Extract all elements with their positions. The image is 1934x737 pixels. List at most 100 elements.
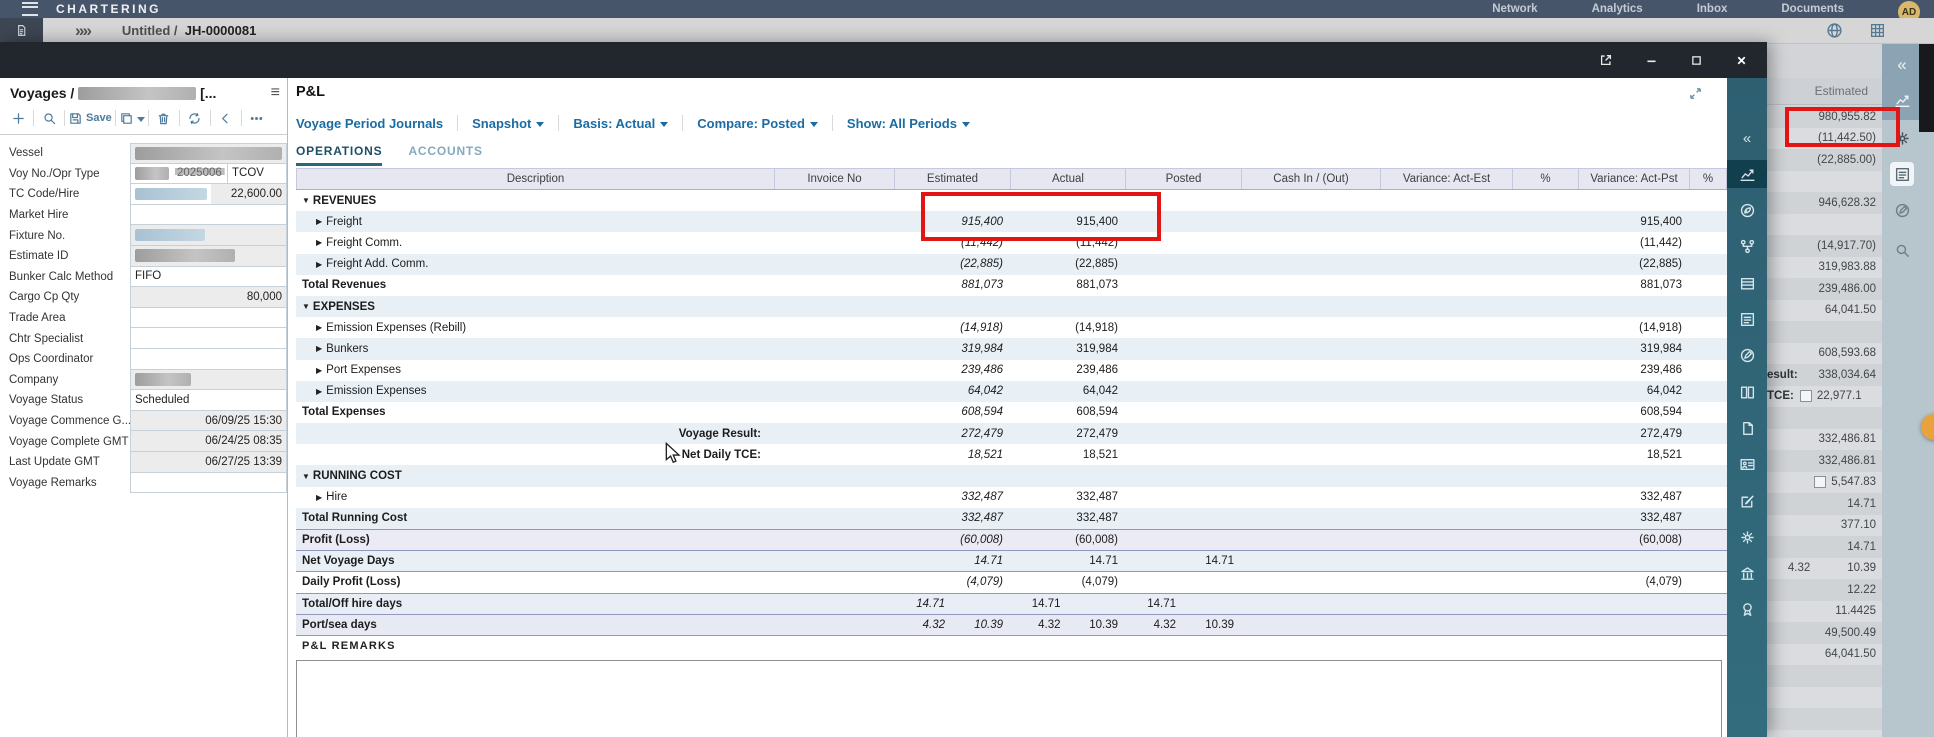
pnl-row-daily-profit-loss-[interactable]: Daily Profit (Loss) (4,079) (4,079) (4,079) — [296, 571, 1727, 593]
annotate-icon[interactable] — [1734, 342, 1760, 370]
triangle-right-icon[interactable]: ▶ — [316, 217, 322, 226]
analytics-icon[interactable] — [1727, 160, 1767, 189]
close-window-icon[interactable] — [1733, 52, 1749, 68]
triangle-right-icon[interactable]: ▶ — [316, 344, 322, 353]
field-value[interactable]: 2025006 TCOV — [130, 163, 287, 185]
sustainability-icon[interactable] — [1734, 197, 1760, 225]
popout-window-icon[interactable] — [1598, 52, 1614, 68]
journal-icon[interactable] — [1734, 269, 1760, 297]
plus-button[interactable] — [6, 107, 30, 129]
checkbox[interactable] — [1814, 476, 1827, 489]
checkbox[interactable] — [1799, 390, 1812, 403]
panel-menu-icon[interactable]: ≡ — [271, 84, 280, 102]
checklist-icon[interactable] — [1890, 162, 1914, 186]
hamburger-menu-icon[interactable] — [22, 2, 38, 16]
pnl-row-total-expenses[interactable]: Total Expenses 608,594 608,594 608,594 — [296, 401, 1727, 424]
annotate-icon[interactable] — [1890, 198, 1914, 222]
copy-button[interactable] — [119, 107, 145, 129]
pnl-row-total-off-hire-days[interactable]: Total/Off hire days 14.71 14.71 14.71 — [296, 592, 1727, 614]
pnl-row-running-cost[interactable]: ▼ RUNNING COST — [296, 465, 1727, 487]
refresh-button[interactable] — [183, 107, 207, 129]
column-header-estimated[interactable]: Estimated — [895, 169, 1011, 189]
field-value[interactable] — [130, 143, 287, 164]
pnl-row-net-voyage-days[interactable]: Net Voyage Days 14.71 14.71 14.71 — [296, 550, 1727, 572]
collapse-left-icon[interactable]: « — [1890, 52, 1914, 76]
column-header-posted[interactable]: Posted — [1126, 169, 1242, 189]
field-value[interactable]: 06/27/25 13:39 — [130, 452, 287, 473]
bank-icon[interactable] — [1734, 560, 1760, 588]
column-header-variance-act-est[interactable]: Variance: Act-Est — [1381, 169, 1513, 189]
compose-icon[interactable] — [1734, 487, 1760, 515]
pnl-toolbar-voyage-period-journals[interactable]: Voyage Period Journals — [296, 116, 457, 131]
triangle-right-icon[interactable]: ▶ — [316, 323, 322, 332]
column-header--[interactable]: % — [1513, 169, 1579, 189]
triangle-right-icon[interactable]: ▶ — [316, 366, 322, 375]
delete-button[interactable] — [152, 107, 176, 129]
pnl-row-total-revenues[interactable]: Total Revenues 881,073 881,073 881,073 — [296, 274, 1727, 296]
field-value[interactable] — [130, 307, 287, 329]
globe-icon[interactable] — [1826, 22, 1843, 39]
pnl-row-freight-add-comm-[interactable]: ▶ Freight Add. Comm. (22,885) (22,885) (22,8… — [296, 253, 1727, 275]
field-value[interactable]: 06/09/25 15:30 — [130, 410, 287, 432]
column-header-actual[interactable]: Actual — [1011, 169, 1126, 189]
pnl-row-expenses[interactable]: ▼ EXPENSES — [296, 295, 1727, 318]
maximize-window-icon[interactable] — [1688, 52, 1704, 68]
field-value[interactable] — [130, 369, 287, 391]
field-value[interactable] — [130, 328, 287, 349]
pnl-row-port-expenses[interactable]: ▶ Port Expenses 239,486 239,486 239,486 — [296, 359, 1727, 381]
pnl-row-total-running-cost[interactable]: Total Running Cost 332,487 332,487 332,487 — [296, 507, 1727, 529]
field-value[interactable] — [130, 225, 287, 246]
triangle-right-icon[interactable]: ▶ — [316, 493, 322, 502]
checklist-icon[interactable] — [1734, 306, 1760, 334]
pnl-row-voyage-result-[interactable]: Voyage Result: 272,479 272,479 272,479 — [296, 423, 1727, 445]
more-button[interactable] — [245, 107, 269, 129]
column-header-cash-in-out-[interactable]: Cash In / (Out) — [1242, 169, 1381, 189]
field-value[interactable]: Scheduled — [130, 390, 287, 411]
field-value[interactable] — [130, 204, 287, 226]
triangle-down-icon[interactable]: ▼ — [302, 196, 310, 205]
column-header-variance-act-pst[interactable]: Variance: Act-Pst — [1579, 169, 1690, 189]
save-button[interactable]: Save — [68, 107, 112, 129]
top-nav-documents[interactable]: Documents — [1781, 3, 1844, 15]
triangle-down-icon[interactable]: ▼ — [302, 472, 310, 481]
search-button[interactable] — [37, 107, 61, 129]
field-value[interactable]: 06/24/25 08:35 — [130, 431, 287, 452]
pnl-row-emission-expenses-rebill-[interactable]: ▶ Emission Expenses (Rebill) (14,918) (14,9… — [296, 317, 1727, 339]
column-header--[interactable]: % — [1690, 169, 1727, 189]
pnl-row-hire[interactable]: ▶ Hire 332,487 332,487 332,487 — [296, 486, 1727, 508]
pnl-row-net-daily-tce-[interactable]: Net Daily TCE: 18,521 18,521 18,521 — [296, 444, 1727, 466]
collapse-panel-icon[interactable] — [1688, 86, 1703, 101]
pnl-row-bunkers[interactable]: ▶ Bunkers 319,984 319,984 319,984 — [296, 338, 1727, 360]
pnl-toolbar-show-all-periods[interactable]: Show: All Periods — [833, 116, 984, 131]
field-value[interactable] — [130, 349, 287, 370]
settings-icon[interactable] — [1734, 523, 1760, 551]
triangle-right-icon[interactable]: ▶ — [316, 238, 322, 247]
pnl-row-emission-expenses[interactable]: ▶ Emission Expenses 64,042 64,042 64,042 — [296, 380, 1727, 402]
document-tab-icon[interactable] — [0, 18, 43, 43]
document-icon[interactable] — [1734, 414, 1760, 442]
field-value[interactable]: FIFO — [130, 266, 287, 288]
pnl-remarks-textarea[interactable] — [296, 660, 1722, 737]
grid-apps-icon[interactable] — [1869, 22, 1886, 39]
pnl-row-revenues[interactable]: ▼ REVENUES — [296, 190, 1727, 212]
column-header-description[interactable]: Description — [296, 169, 775, 189]
tab-accounts[interactable]: ACCOUNTS — [408, 144, 482, 166]
settings-icon[interactable] — [1890, 126, 1914, 150]
analytics-icon[interactable] — [1890, 88, 1914, 112]
collapse-left-icon[interactable]: « — [1734, 124, 1760, 152]
pnl-row-port-sea-days[interactable]: Port/sea days 4.32 10.39 4.32 10.39 4.32 10.39 — [296, 613, 1727, 635]
field-value[interactable]: 22,600.00 — [130, 184, 287, 205]
field-value[interactable] — [130, 472, 287, 494]
back-button[interactable] — [214, 107, 238, 129]
tab-operations[interactable]: OPERATIONS — [296, 144, 383, 166]
search-icon[interactable] — [1890, 238, 1914, 262]
pnl-toolbar-snapshot[interactable]: Snapshot — [458, 116, 558, 131]
pnl-toolbar-basis-actual[interactable]: Basis: Actual — [559, 116, 682, 131]
pnl-toolbar-compare-posted[interactable]: Compare: Posted — [683, 116, 832, 131]
triangle-down-icon[interactable]: ▼ — [302, 302, 310, 311]
pnl-row-freight[interactable]: ▶ Freight 915,400 915,400 915,400 — [296, 211, 1727, 233]
field-value[interactable]: 80,000 — [130, 287, 287, 308]
top-nav-analytics[interactable]: Analytics — [1592, 3, 1643, 15]
minimize-window-icon[interactable] — [1643, 52, 1659, 68]
columns-icon[interactable] — [1734, 378, 1760, 406]
